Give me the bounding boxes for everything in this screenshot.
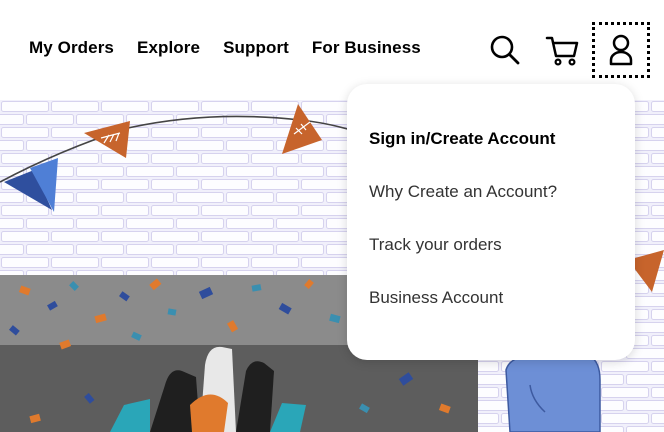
nav-support[interactable]: Support bbox=[223, 38, 289, 58]
cart-button[interactable] bbox=[534, 22, 592, 78]
account-button[interactable] bbox=[592, 22, 650, 78]
nav-for-business[interactable]: For Business bbox=[312, 38, 421, 58]
nav-links: My Orders Explore Support For Business bbox=[29, 38, 444, 58]
search-button[interactable] bbox=[476, 22, 534, 78]
nav-my-orders[interactable]: My Orders bbox=[29, 38, 114, 58]
nav-explore[interactable]: Explore bbox=[137, 38, 200, 58]
search-icon bbox=[490, 35, 520, 65]
menu-item-business-account[interactable]: Business Account bbox=[369, 288, 503, 308]
menu-item-sign-in[interactable]: Sign in/Create Account bbox=[369, 129, 555, 149]
nav-icons bbox=[476, 22, 650, 78]
cart-icon bbox=[545, 36, 579, 66]
account-dropdown-menu: Sign in/Create Account Why Create an Acc… bbox=[347, 84, 635, 360]
user-icon bbox=[609, 34, 633, 66]
menu-item-why-create-account[interactable]: Why Create an Account? bbox=[369, 182, 557, 202]
menu-item-track-orders[interactable]: Track your orders bbox=[369, 235, 502, 255]
